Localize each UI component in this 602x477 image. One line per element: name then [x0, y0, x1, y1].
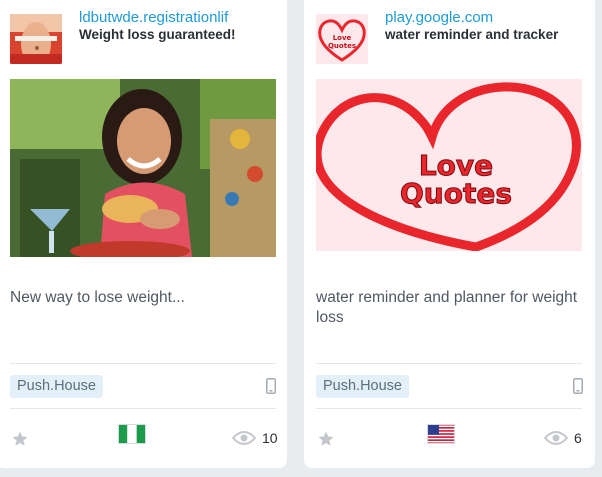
ad-domain-link[interactable]: play.google.com [385, 9, 585, 26]
views-count: 10 [262, 430, 278, 446]
ad-domain-link[interactable]: ldbutwde.registrationlif [79, 9, 279, 26]
network-tag[interactable]: Push.House [10, 375, 103, 398]
creative-text-line2: Quotes [400, 177, 512, 210]
ad-headline: Weight loss guaranteed! [79, 27, 236, 42]
ad-creative-image[interactable]: Love Quotes [316, 79, 582, 251]
ad-body-text: water reminder and planner for weight lo… [316, 289, 578, 326]
nigeria-flag-icon [118, 424, 146, 444]
eye-icon [544, 431, 568, 445]
mobile-phone-icon [573, 378, 583, 394]
views-count: 6 [574, 430, 582, 446]
network-tag[interactable]: Push.House [316, 375, 409, 398]
ad-grid: ldbutwde.registrationlif Weight loss gua… [0, 0, 602, 477]
thumb-text-line1: Love [333, 34, 352, 42]
star-icon[interactable] [317, 430, 335, 448]
usa-flag-icon [427, 424, 455, 444]
thumb-text-line2: Quotes [328, 42, 356, 50]
views-counter: 10 [232, 430, 278, 446]
divider [316, 408, 582, 409]
divider [10, 363, 276, 364]
divider [316, 363, 582, 364]
ad-thumbnail[interactable]: Love Quotes [316, 14, 368, 64]
mobile-phone-icon [266, 378, 276, 394]
ad-thumbnail[interactable] [10, 14, 62, 64]
ad-body-text: New way to lose weight... [10, 289, 185, 306]
ad-creative-image[interactable] [10, 79, 276, 257]
ad-card[interactable]: Love Quotes play.google.com water remind… [304, 0, 595, 468]
ad-headline: water reminder and tracker [385, 27, 559, 42]
star-icon[interactable] [11, 430, 29, 448]
views-counter: 6 [544, 430, 582, 446]
eye-icon [232, 431, 256, 445]
ad-card[interactable]: ldbutwde.registrationlif Weight loss gua… [0, 0, 287, 468]
divider [10, 408, 276, 409]
